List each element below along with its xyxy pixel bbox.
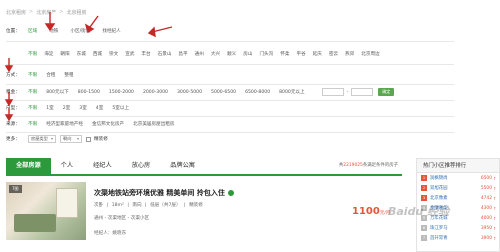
annotation-arrow [4,108,14,122]
annotation-arrow [4,92,14,107]
annotation-arrow [84,15,99,34]
watermark: Baidu 经验 [388,205,450,218]
annotation-arrow [147,26,173,38]
annotation-arrow [44,12,56,32]
annotation-arrow [4,58,14,73]
